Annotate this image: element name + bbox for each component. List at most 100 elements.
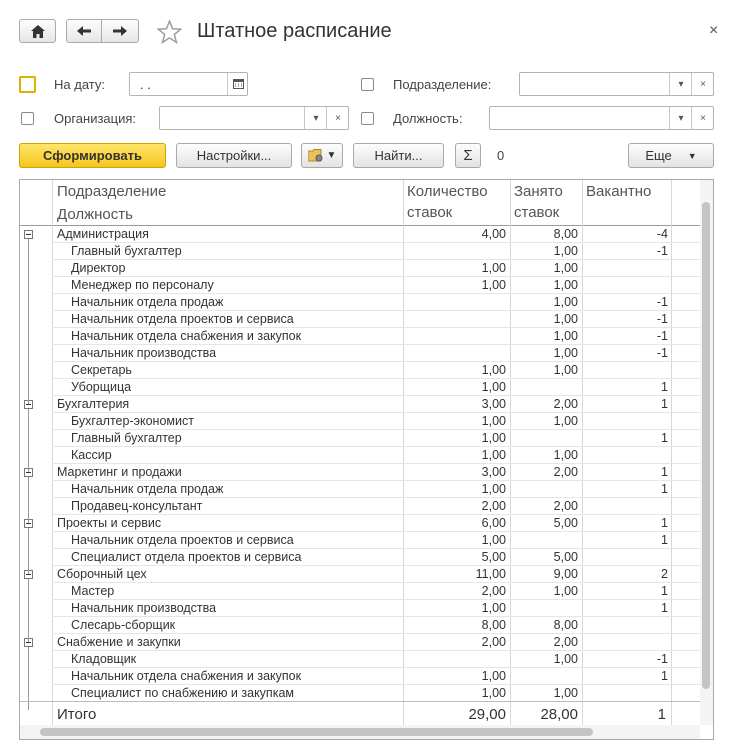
table-row[interactable]: Начальник отдела продаж 1,00 1 — [20, 481, 700, 498]
organization-dropdown-button[interactable]: ▾ — [304, 107, 327, 129]
subdivision-checkbox[interactable] — [361, 78, 374, 91]
close-icon[interactable]: × — [709, 22, 718, 40]
table-row[interactable]: Начальник отдела снабжения и закупок 1,00… — [20, 668, 700, 685]
settings-button[interactable]: Настройки... — [176, 143, 292, 168]
header-subdivision: Подразделение — [57, 183, 167, 200]
row-occupied: 1,00 — [553, 584, 578, 598]
subdivision-dropdown-button[interactable]: ▾ — [669, 73, 692, 95]
position-input[interactable]: ▾ × — [489, 106, 714, 130]
collapse-icon[interactable] — [24, 230, 33, 239]
organization-checkbox[interactable] — [21, 112, 34, 125]
table-row[interactable]: Начальник производства 1,00 -1 — [20, 345, 700, 362]
horizontal-scrollbar-thumb[interactable] — [40, 728, 593, 736]
table-row[interactable]: Мастер 2,00 1,00 1 — [20, 583, 700, 600]
home-button[interactable] — [19, 19, 56, 43]
table-row[interactable]: Проекты и сервис 6,00 5,00 1 — [20, 515, 700, 532]
row-occupied: 8,00 — [553, 227, 578, 241]
table-row[interactable]: Начальник отдела снабжения и закупок 1,00… — [20, 328, 700, 345]
subdivision-clear-button[interactable]: × — [691, 73, 714, 95]
row-count: 1,00 — [481, 533, 506, 547]
position-clear-button[interactable]: × — [691, 107, 714, 129]
arrow-right-icon — [113, 26, 127, 36]
table-row[interactable]: Бухгалтерия 3,00 2,00 1 — [20, 396, 700, 413]
table-row[interactable]: Начальник производства 1,00 1 — [20, 600, 700, 617]
row-vacant — [583, 634, 668, 651]
table-row[interactable]: Снабжение и закупки 2,00 2,00 — [20, 634, 700, 651]
date-checkbox[interactable] — [19, 76, 36, 93]
row-name: Начальник производства — [71, 346, 217, 360]
organization-input[interactable]: ▾ × — [159, 106, 349, 130]
row-occupied: 2,00 — [553, 635, 578, 649]
header-count-line2: ставок — [407, 204, 453, 221]
row-occupied: 5,00 — [553, 550, 578, 564]
table-row[interactable]: Уборщица 1,00 1 — [20, 379, 700, 396]
row-count: 1,00 — [481, 686, 506, 700]
table-row[interactable]: Продавец-консультант 2,00 2,00 — [20, 498, 700, 515]
more-label: Еще — [645, 148, 672, 163]
row-occupied: 5,00 — [553, 516, 578, 530]
table-row[interactable]: Начальник отдела продаж 1,00 -1 — [20, 294, 700, 311]
row-name: Директор — [71, 261, 126, 275]
organization-label: Организация: — [54, 111, 137, 126]
table-row[interactable]: Секретарь 1,00 1,00 — [20, 362, 700, 379]
find-button[interactable]: Найти... — [353, 143, 444, 168]
table-row[interactable]: Маркетинг и продажи 3,00 2,00 1 — [20, 464, 700, 481]
table-row[interactable]: Специалист отдела проектов и сервиса 5,00… — [20, 549, 700, 566]
vertical-scrollbar[interactable] — [700, 180, 713, 725]
row-occupied — [511, 600, 578, 617]
row-count: 2,00 — [481, 635, 506, 649]
generate-button[interactable]: Сформировать — [19, 143, 166, 168]
row-name: Начальник отдела проектов и сервиса — [71, 312, 294, 326]
table-row[interactable]: Кладовщик 1,00 -1 — [20, 651, 700, 668]
row-vacant: 1 — [661, 482, 668, 496]
calendar-button[interactable] — [227, 73, 248, 95]
chevron-down-icon: ▾ — [678, 112, 684, 124]
subdivision-input[interactable]: ▾ × — [519, 72, 714, 96]
table-row[interactable]: Начальник отдела проектов и сервиса 1,00 -… — [20, 311, 700, 328]
row-name: Начальник отдела снабжения и закупок — [71, 329, 302, 343]
position-dropdown-button[interactable]: ▾ — [669, 107, 692, 129]
more-button[interactable]: Еще ▼ — [628, 143, 714, 168]
vertical-scrollbar-thumb[interactable] — [702, 202, 710, 689]
row-vacant: 1 — [661, 533, 668, 547]
table-row[interactable]: Главный бухгалтер 1,00 1 — [20, 430, 700, 447]
row-vacant — [583, 413, 668, 430]
tree-line — [28, 528, 29, 574]
row-count — [404, 651, 506, 668]
table-row[interactable]: Администрация 4,00 8,00 -4 — [20, 226, 700, 243]
table-row[interactable]: Специалист по снабжению и закупкам 1,00 1,… — [20, 685, 700, 702]
table-row[interactable]: Кассир 1,00 1,00 — [20, 447, 700, 464]
table-row[interactable]: Директор 1,00 1,00 — [20, 260, 700, 277]
star-icon[interactable] — [157, 20, 182, 44]
row-occupied — [511, 532, 578, 549]
table-row[interactable]: Бухгалтер-экономист 1,00 1,00 — [20, 413, 700, 430]
row-count: 2,00 — [481, 499, 506, 513]
totals-vacant: 1 — [657, 706, 666, 723]
forward-button[interactable] — [101, 19, 139, 43]
row-vacant — [583, 277, 668, 294]
row-name: Бухгалтер-экономист — [71, 414, 194, 428]
table-row[interactable]: Главный бухгалтер 1,00 -1 — [20, 243, 700, 260]
table-row[interactable]: Начальник отдела проектов и сервиса 1,00 1 — [20, 532, 700, 549]
table-row[interactable]: Сборочный цех 11,00 9,00 2 — [20, 566, 700, 583]
sum-button[interactable]: Σ — [455, 143, 481, 168]
chevron-down-icon: ▼ — [326, 150, 337, 161]
row-count: 1,00 — [481, 414, 506, 428]
row-vacant — [583, 549, 668, 566]
horizontal-scrollbar[interactable] — [20, 725, 700, 739]
position-checkbox[interactable] — [361, 112, 374, 125]
row-vacant: 1 — [661, 380, 668, 394]
date-value: . . — [140, 77, 151, 92]
table-row[interactable]: Менеджер по персоналу 1,00 1,00 — [20, 277, 700, 294]
chevron-down-icon: ▼ — [687, 150, 697, 161]
date-input[interactable]: . . — [129, 72, 248, 96]
back-button[interactable] — [66, 19, 102, 43]
row-vacant: 1 — [661, 669, 668, 683]
row-name: Главный бухгалтер — [71, 244, 182, 258]
table-row[interactable]: Слесарь-сборщик 8,00 8,00 — [20, 617, 700, 634]
organization-clear-button[interactable]: × — [326, 107, 349, 129]
totals-label: Итого — [57, 706, 97, 723]
row-occupied: 1,00 — [553, 363, 578, 377]
variants-menu-button[interactable]: ▼ — [301, 143, 343, 168]
report-table[interactable]: Подразделение Должность Количество ставо… — [19, 179, 714, 740]
